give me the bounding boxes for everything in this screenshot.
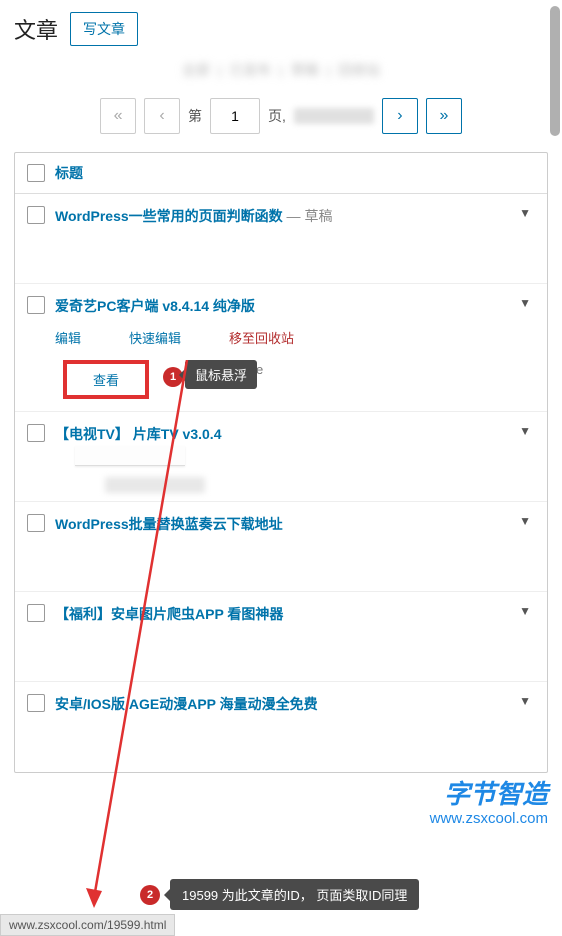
subnav: 全部 | 已发布 | 草稿 | 回收站	[14, 56, 548, 90]
post-title-link[interactable]: 【福利】安卓图片爬虫APP 看图神器	[55, 604, 505, 624]
select-all-checkbox[interactable]	[27, 164, 45, 182]
table-row: 【福利】安卓图片爬虫APP 看图神器 ▼	[15, 592, 547, 682]
post-title-link[interactable]: 爱奇艺PC客户端 v8.4.14 纯净版	[55, 296, 505, 316]
page-prev-button[interactable]: ‹	[144, 98, 180, 134]
hover-tooltip: 鼠标悬浮	[185, 360, 257, 389]
page-next-button[interactable]: ›	[382, 98, 418, 134]
row-expand-button[interactable]: ▼	[515, 514, 535, 528]
id-explain-tooltip: 19599 为此文章的ID， 页面类取ID同理	[170, 879, 419, 910]
post-title-link[interactable]: WordPress批量替换蓝奏云下载地址	[55, 514, 505, 534]
row-expand-button[interactable]: ▼	[515, 206, 535, 220]
status-bar-url: www.zsxcool.com/19599.html	[0, 914, 175, 936]
row-expand-button[interactable]: ▼	[515, 296, 535, 310]
table-row: WordPress批量替换蓝奏云下载地址 ▼	[15, 502, 547, 592]
table-row: WordPress一些常用的页面判断函数 — 草稿 ▼	[15, 194, 547, 284]
table-row: 安卓/IOS版 AGE动漫APP 海量动漫全免费 ▼	[15, 682, 547, 772]
edit-link[interactable]: 编辑	[55, 328, 81, 347]
row-checkbox[interactable]	[27, 206, 45, 224]
row-checkbox[interactable]	[27, 514, 45, 532]
quick-edit-link[interactable]: 快速编辑	[129, 328, 181, 347]
post-title-link[interactable]: 【电视TV】 片库TV v3.0.4	[55, 424, 505, 444]
row-expand-button[interactable]: ▼	[515, 604, 535, 618]
watermark: 字节智造 www.zsxcool.com	[430, 779, 548, 828]
page-first-button[interactable]: «	[100, 98, 136, 134]
view-link[interactable]: 查看	[63, 360, 149, 399]
post-title-link[interactable]: WordPress一些常用的页面判断函数 — 草稿	[55, 206, 505, 226]
page-number-input[interactable]	[210, 98, 260, 134]
row-card-edge	[75, 446, 185, 466]
page-suffix-label: 页,	[268, 106, 286, 126]
row-checkbox[interactable]	[27, 694, 45, 712]
annotation-badge-2: 2	[140, 885, 160, 905]
write-post-button[interactable]: 写文章	[70, 12, 138, 46]
table-row: 【电视TV】 片库TV v3.0.4 ▼	[15, 412, 547, 502]
scrollbar[interactable]	[548, 6, 562, 136]
table-header: 标题	[15, 153, 547, 194]
pagination: « ‹ 第 页, › »	[14, 98, 548, 134]
page-prefix-label: 第	[188, 106, 202, 126]
column-title[interactable]: 标题	[55, 163, 83, 183]
table-row: 爱奇艺PC客户端 v8.4.14 纯净版 ▼ 编辑 快速编辑 移至回收站 Cle…	[15, 284, 547, 412]
post-title-link[interactable]: 安卓/IOS版 AGE动漫APP 海量动漫全免费	[55, 694, 505, 714]
row-checkbox[interactable]	[27, 424, 45, 442]
page-title: 文章	[14, 13, 58, 45]
row-checkbox[interactable]	[27, 296, 45, 314]
page-last-button[interactable]: »	[426, 98, 462, 134]
row-expand-button[interactable]: ▼	[515, 424, 535, 438]
posts-table: 标题 WordPress一些常用的页面判断函数 — 草稿 ▼ 爱奇艺PC客户端 …	[14, 152, 548, 773]
row-blurred-meta	[105, 477, 205, 493]
trash-link[interactable]: 移至回收站	[229, 328, 294, 347]
row-checkbox[interactable]	[27, 604, 45, 622]
page-total-blurred	[294, 108, 374, 124]
row-expand-button[interactable]: ▼	[515, 694, 535, 708]
